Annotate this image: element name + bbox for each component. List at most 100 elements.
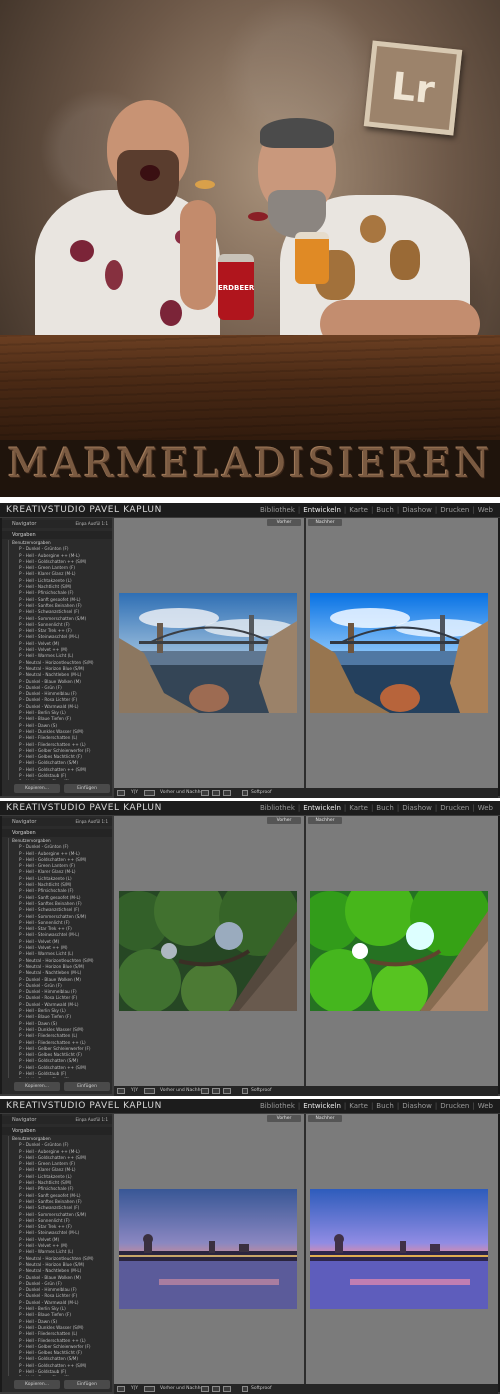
swap-settings-icon[interactable] (212, 1088, 220, 1094)
before-after-view: Vorher Nachher (114, 816, 498, 1086)
open-mouth (140, 165, 160, 181)
before-after-view: Vorher Nachher (114, 1114, 498, 1384)
toggle-settings-icon[interactable] (223, 1386, 231, 1392)
presets-header[interactable]: Vorgaben (2, 531, 112, 539)
before-photo (119, 1189, 297, 1309)
person-right-beard (268, 190, 326, 238)
module-web[interactable]: Web (475, 506, 496, 514)
presets-label: Vorgaben (12, 1128, 36, 1134)
view-code[interactable]: Y|Y (131, 1088, 138, 1094)
module-buch[interactable]: Buch (373, 506, 397, 514)
navigator-zoom-tabs[interactable]: Einpa Ausfül 1:1 (75, 520, 108, 528)
navigator-label: Navigator (12, 1117, 37, 1123)
toggle-settings-icon[interactable] (223, 790, 231, 796)
module-web[interactable]: Web (475, 1102, 496, 1110)
before-after-view-icon[interactable] (144, 1386, 155, 1392)
loupe-view-icon[interactable] (117, 790, 125, 796)
toggle-settings-icon[interactable] (223, 1088, 231, 1094)
preset-item[interactable]: P - Hell - Green Glow (F) (9, 1375, 110, 1376)
before-after-view-icon[interactable] (144, 1088, 155, 1094)
softproof-checkbox[interactable] (242, 1088, 248, 1094)
module-web[interactable]: Web (475, 804, 496, 812)
left-panel: Navigator Einpa Ausfül 1:1 Vorgaben Benu… (2, 816, 112, 1094)
table-grain (0, 335, 500, 447)
presets-label: Vorgaben (12, 830, 36, 836)
module-entwickeln[interactable]: Entwickeln (300, 506, 344, 514)
before-label: Vorher (267, 817, 301, 824)
presets-label: Vorgaben (12, 532, 36, 538)
presets-list: Benutzervorgaben P - Dunkel - Grünton (F… (8, 1136, 110, 1376)
before-after-divider (304, 1114, 306, 1384)
module-bibliothek[interactable]: Bibliothek (257, 804, 298, 812)
lightroom-window-tree: KREATIVSTUDIO PAVEL KAPLUN Bibliothek | En… (0, 801, 500, 1096)
module-karte[interactable]: Karte (346, 506, 371, 514)
module-bibliothek[interactable]: Bibliothek (257, 506, 298, 514)
view-mode-label: Vorher und Nachher: (160, 790, 207, 795)
person-left-arm (180, 200, 216, 310)
module-diashow[interactable]: Diashow (399, 506, 435, 514)
before-after-view-icon[interactable] (144, 790, 155, 796)
preset-item[interactable]: P - Hell - Green Glow (F) (9, 779, 110, 780)
module-drucken[interactable]: Drucken (437, 506, 472, 514)
navigator-zoom-tabs[interactable]: Einpa Ausfül 1:1 (75, 1116, 108, 1124)
presets-header[interactable]: Vorgaben (2, 829, 112, 837)
paste-button[interactable]: Einfügen (64, 784, 110, 793)
view-mode-label: Vorher und Nachher: (160, 1088, 207, 1093)
copy-settings-icon[interactable] (201, 1386, 209, 1392)
copy-button[interactable]: Kopieren... (14, 1082, 60, 1091)
before-photo (119, 593, 297, 713)
module-diashow[interactable]: Diashow (399, 804, 435, 812)
jam-stain (70, 240, 94, 262)
view-mode-label: Vorher und Nachher: (160, 1386, 207, 1391)
view-code[interactable]: Y|Y (131, 790, 138, 796)
loupe-view-icon[interactable] (117, 1386, 125, 1392)
lightroom-window-bridge: KREATIVSTUDIO PAVEL KAPLUN Bibliothek | En… (0, 503, 500, 798)
module-karte[interactable]: Karte (346, 1102, 371, 1110)
module-buch[interactable]: Buch (373, 804, 397, 812)
softproof-label: Softproof (251, 1088, 272, 1093)
hero-title: MARMELADISIEREN (7, 441, 493, 487)
copy-button[interactable]: Kopieren... (14, 1380, 60, 1389)
person-left-beard (117, 150, 179, 215)
person-right-hair (260, 118, 334, 148)
module-karte[interactable]: Karte (346, 804, 371, 812)
after-label: Nachher (308, 817, 342, 824)
module-bibliothek[interactable]: Bibliothek (257, 1102, 298, 1110)
paste-button[interactable]: Einfügen (64, 1380, 110, 1389)
module-drucken[interactable]: Drucken (437, 804, 472, 812)
before-after-view: Vorher Nachher (114, 518, 498, 788)
person-right (220, 0, 500, 380)
module-diashow[interactable]: Diashow (399, 1102, 435, 1110)
copy-settings-icon[interactable] (201, 1088, 209, 1094)
page: Lr ERDBEER MARMELADISIEREN KREATIVSTUDIO… (0, 0, 500, 1394)
studio-brand: KREATIVSTUDIO PAVEL KAPLUN (6, 1101, 162, 1111)
top-bar: KREATIVSTUDIO PAVEL KAPLUN Bibliothek | En… (0, 801, 500, 815)
top-bar: KREATIVSTUDIO PAVEL KAPLUN Bibliothek | En… (0, 503, 500, 517)
swap-settings-icon[interactable] (212, 790, 220, 796)
module-buch[interactable]: Buch (373, 1102, 397, 1110)
loupe-view-icon[interactable] (117, 1088, 125, 1094)
presets-list: Benutzervorgaben P - Dunkel - Grünton (F… (8, 540, 110, 780)
after-label: Nachher (308, 519, 342, 526)
preset-item[interactable]: P - Hell - Green Glow (F) (9, 1077, 110, 1078)
softproof-checkbox[interactable] (242, 790, 248, 796)
module-picker: Bibliothek | Entwickeln | Karte | Buch | Diashow… (257, 1102, 496, 1110)
presets-header[interactable]: Vorgaben (2, 1127, 112, 1135)
jar-label: ERDBEER (218, 284, 255, 292)
softproof-checkbox[interactable] (242, 1386, 248, 1392)
module-entwickeln[interactable]: Entwickeln (300, 1102, 344, 1110)
module-drucken[interactable]: Drucken (437, 1102, 472, 1110)
jam-stain (160, 300, 182, 326)
copy-settings-icon[interactable] (201, 790, 209, 796)
after-photo (310, 891, 488, 1011)
paste-button[interactable]: Einfügen (64, 1082, 110, 1091)
jam-stain (390, 240, 420, 280)
before-label: Vorher (267, 519, 301, 526)
navigator-zoom-tabs[interactable]: Einpa Ausfül 1:1 (75, 818, 108, 826)
view-code[interactable]: Y|Y (131, 1386, 138, 1392)
copy-button[interactable]: Kopieren... (14, 784, 60, 793)
swap-settings-icon[interactable] (212, 1386, 220, 1392)
bottom-toolbar: Vorher und Nachher: Softproof Y|Y (114, 1086, 498, 1096)
copy-paste-buttons: Kopieren... Einfügen (14, 1380, 110, 1389)
module-entwickeln[interactable]: Entwickeln (300, 804, 344, 812)
